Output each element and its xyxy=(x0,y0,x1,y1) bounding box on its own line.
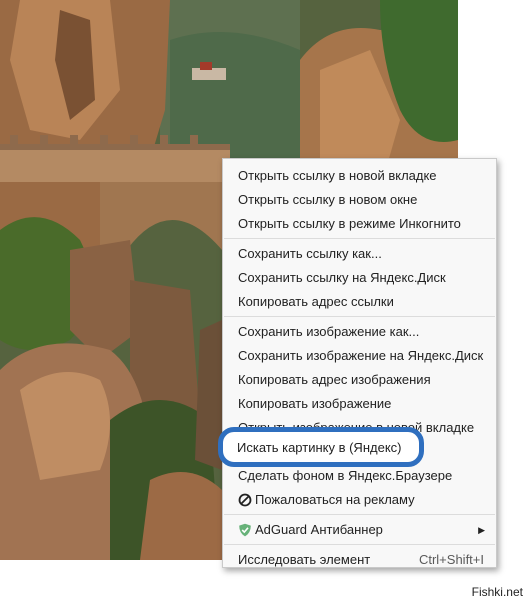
menu-item-open-new-window[interactable]: Открыть ссылку в новом окне xyxy=(223,188,496,212)
menu-item-inspect-element[interactable]: Исследовать элемент Ctrl+Shift+I xyxy=(223,548,496,572)
menu-item-open-new-tab[interactable]: Открыть ссылку в новой вкладке xyxy=(223,164,496,188)
menu-item-save-link-as[interactable]: Сохранить ссылку как... xyxy=(223,242,496,266)
inspect-shortcut: Ctrl+Shift+I xyxy=(418,552,484,567)
menu-item-adguard[interactable]: AdGuard Антибаннер ▶ xyxy=(223,518,496,542)
menu-item-set-as-background[interactable]: Сделать фоном в Яндекс.Браузере xyxy=(223,464,496,488)
adguard-label: AdGuard Антибаннер xyxy=(255,522,383,537)
highlight-callout-label[interactable]: Искать картинку в (Яндекс) xyxy=(237,440,401,456)
menu-separator xyxy=(224,238,495,239)
menu-item-copy-image[interactable]: Копировать изображение xyxy=(223,392,496,416)
menu-separator xyxy=(224,544,495,545)
menu-separator xyxy=(224,514,495,515)
menu-item-save-image-yandex-disk[interactable]: Сохранить изображение на Яндекс.Диск xyxy=(223,344,496,368)
menu-item-save-link-yandex-disk[interactable]: Сохранить ссылку на Яндекс.Диск xyxy=(223,266,496,290)
submenu-arrow-icon: ▶ xyxy=(478,525,485,535)
watermark: Fishki.net xyxy=(471,585,523,599)
report-ad-label: Пожаловаться на рекламу xyxy=(255,492,415,507)
menu-item-save-image-as[interactable]: Сохранить изображение как... xyxy=(223,320,496,344)
menu-item-copy-link-address[interactable]: Копировать адрес ссылки xyxy=(223,290,496,314)
adguard-shield-icon xyxy=(239,523,251,537)
menu-item-report-ad[interactable]: Пожаловаться на рекламу xyxy=(223,488,496,512)
prohibited-icon xyxy=(238,493,252,507)
inspect-label: Исследовать элемент xyxy=(238,552,371,567)
menu-item-open-incognito[interactable]: Открыть ссылку в режиме Инкогнито xyxy=(223,212,496,236)
menu-item-copy-image-address[interactable]: Копировать адрес изображения xyxy=(223,368,496,392)
menu-separator xyxy=(224,316,495,317)
context-menu: Открыть ссылку в новой вкладке Открыть с… xyxy=(222,158,497,568)
